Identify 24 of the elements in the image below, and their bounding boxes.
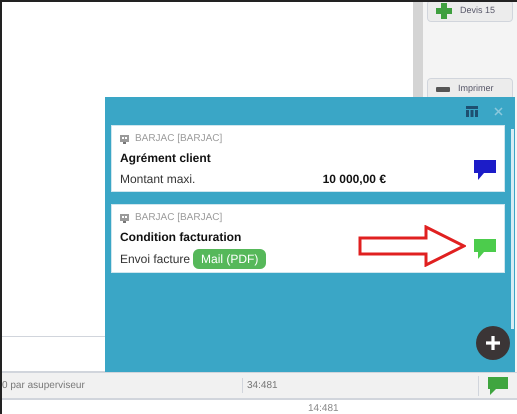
add-button[interactable] (476, 326, 510, 360)
company-name: BARJAC [BARJAC] (135, 132, 222, 146)
plus-icon (436, 3, 452, 19)
comment-icon[interactable] (474, 160, 496, 180)
field-label: Envoi facture (120, 251, 190, 268)
status-text: 0 par asuperviseur (2, 379, 86, 393)
close-icon[interactable] (494, 106, 503, 116)
status-badge: Mail (PDF) (193, 249, 266, 269)
field-label: Montant maxi. (120, 171, 196, 188)
note-card[interactable]: BARJAC [BARJAC] Agrément client Montant maxi. 10 000,00 € (111, 125, 505, 192)
footer-text: 14:481 (308, 402, 339, 414)
status-time: 34:481 (242, 378, 278, 393)
plus-icon (485, 335, 501, 351)
building-icon (120, 212, 129, 222)
grid-icon[interactable] (466, 106, 478, 116)
toolbar-button[interactable]: Devis 15 (427, 2, 513, 22)
amount-value: 10 000,00 € (322, 171, 386, 188)
printer-icon (436, 85, 450, 93)
building-icon (120, 134, 129, 144)
note-card[interactable]: BARJAC [BARJAC] Condition facturation Envoi facture Mail (PDF) (111, 204, 505, 273)
company-name: BARJAC [BARJAC] (135, 211, 222, 225)
note-title: Condition facturation (120, 229, 242, 246)
note-title: Agrément client (120, 150, 212, 167)
scrollbar[interactable] (510, 129, 514, 329)
